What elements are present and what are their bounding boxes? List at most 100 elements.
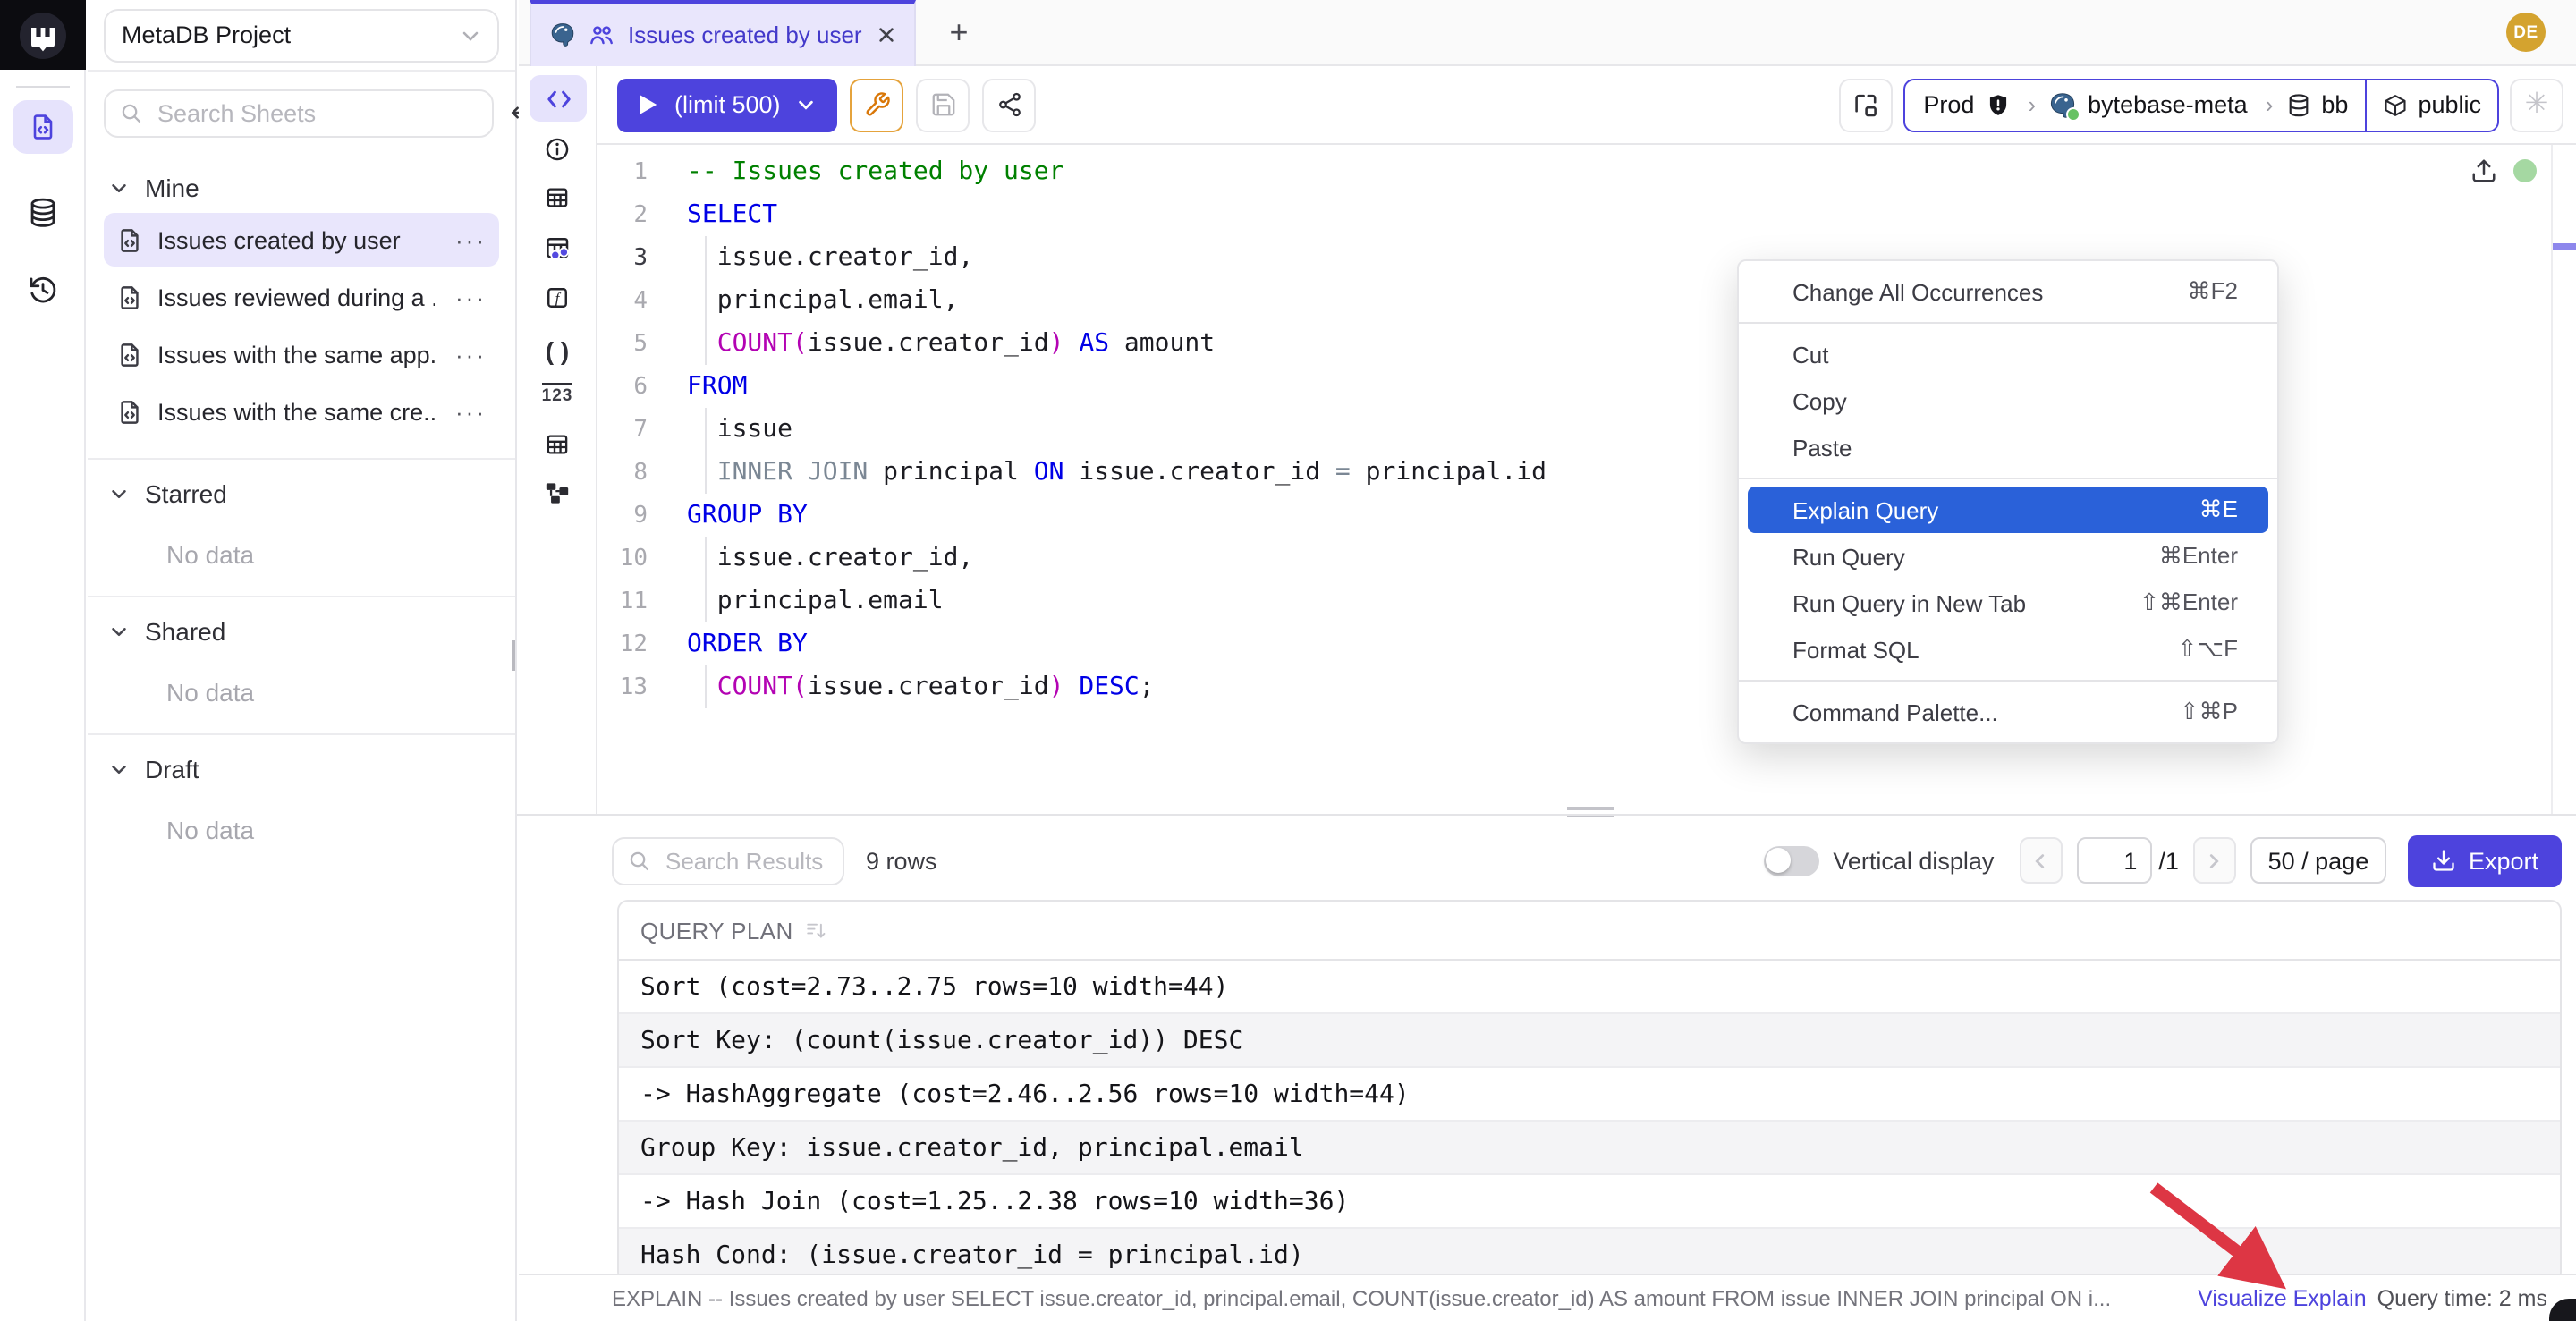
page-number-input[interactable]: 1	[2076, 837, 2151, 884]
chevron-down-icon	[109, 484, 129, 504]
tables-button[interactable]	[519, 184, 596, 211]
empty-state-label: No data	[88, 655, 515, 717]
new-tab-button[interactable]: +	[937, 11, 980, 54]
plan-row[interactable]: -> Hash Join (cost=1.25..2.38 rows=10 wi…	[619, 1175, 2560, 1229]
external-tables-button[interactable]	[519, 234, 596, 263]
more-icon[interactable]: ···	[448, 226, 487, 253]
results-splitter[interactable]	[517, 814, 2576, 816]
prev-page-button[interactable]	[2019, 837, 2062, 884]
sequences-button[interactable]: 123	[519, 383, 596, 406]
editor-icon-rail: f ( ) 123	[519, 66, 597, 814]
project-select[interactable]: MetaDB Project	[104, 8, 499, 62]
sheet-item[interactable]: Issues with the same cre...···	[104, 385, 499, 438]
tab-issues-created-by-user[interactable]: Issues created by user	[530, 0, 916, 66]
avatar-initials: DE	[2513, 22, 2538, 42]
rail-item-databases[interactable]	[13, 186, 73, 240]
menu-item-label: Run Query	[1792, 543, 1905, 570]
sheets-sidebar: MetaDB Project MineIssues created by use…	[88, 0, 517, 1321]
more-icon[interactable]: ···	[448, 284, 487, 310]
wrench-icon	[864, 91, 891, 118]
menu-item-label: Paste	[1792, 434, 1852, 461]
vertical-display-toggle[interactable]	[1763, 845, 1818, 876]
share-sheet-button[interactable]	[983, 78, 1037, 131]
menu-item[interactable]: Cut	[1739, 331, 2277, 377]
avatar[interactable]: DE	[2506, 13, 2546, 52]
sheet-group-header[interactable]: Starred	[88, 470, 515, 517]
procedures-button[interactable]: ( )	[519, 336, 596, 365]
context-menu: Change All Occurrences⌘F2 CutCopy Paste Exp…	[1737, 259, 2279, 744]
link-connection-button[interactable]	[1839, 78, 1893, 131]
sheet-search-input[interactable]	[154, 97, 478, 128]
results-search-input[interactable]	[662, 845, 828, 876]
status-bar: EXPLAIN -- Issues created by user SELECT…	[519, 1274, 2576, 1321]
code-line[interactable]: 2SELECT	[597, 193, 2540, 236]
plan-row[interactable]: Group Key: issue.creator_id, principal.e…	[619, 1122, 2560, 1175]
menu-item[interactable]: Change All Occurrences⌘F2	[1739, 268, 2277, 315]
download-icon	[2431, 848, 2456, 873]
line-number: 13	[597, 673, 648, 700]
menu-item[interactable]: Command Palette...⇧⌘P	[1739, 689, 2277, 735]
sheet-group-starred: StarredNo data	[88, 458, 515, 596]
app-logo[interactable]	[0, 0, 86, 70]
menu-section: Change All Occurrences⌘F2	[1739, 261, 2277, 322]
menu-item[interactable]: Run Query in New Tab⇧⌘Enter	[1739, 580, 2277, 626]
plan-row[interactable]: Sort (cost=2.73..2.75 rows=10 width=44)	[619, 961, 2560, 1014]
menu-item-shortcut: ⇧⌘P	[2180, 698, 2238, 726]
menu-item[interactable]: Copy	[1739, 377, 2277, 424]
breadcrumb-instance[interactable]: bytebase-meta	[2048, 90, 2264, 119]
line-number: 7	[597, 416, 648, 443]
plan-row[interactable]: -> HashAggregate (cost=2.46..2.56 rows=1…	[619, 1068, 2560, 1122]
menu-item-shortcut: ⌘F2	[2188, 277, 2238, 306]
splitter-grip-icon[interactable]	[1567, 807, 1614, 817]
sheet-item[interactable]: Issues reviewed during a ...···	[104, 270, 499, 324]
query-plan-header[interactable]: QUERY PLAN	[619, 902, 2560, 961]
sheet-item[interactable]: Issues created by user···	[104, 213, 499, 267]
bytebase-logo-icon	[18, 10, 68, 60]
menu-item[interactable]: Paste	[1739, 424, 2277, 470]
sheet-group-header[interactable]: Mine	[88, 165, 515, 211]
run-query-button[interactable]: (limit 500)	[617, 78, 838, 131]
code-text: COUNT(issue.creator_id) AS amount	[648, 329, 1215, 358]
menu-item[interactable]: Run Query⌘Enter	[1739, 533, 2277, 580]
page-size-select[interactable]: 50 / page	[2250, 837, 2386, 884]
visualize-explain-link[interactable]: Visualize Explain	[2198, 1286, 2367, 1311]
indent-guide	[705, 408, 707, 494]
functions-button[interactable]: f	[519, 284, 596, 311]
sql-editor[interactable]: 1-- Issues created by user2SELECT3 issue…	[597, 145, 2576, 814]
save-icon	[930, 91, 957, 118]
menu-item[interactable]: Format SQL⇧⌥F	[1739, 626, 2277, 673]
export-button[interactable]: Export	[2408, 834, 2562, 886]
chevron-down-icon[interactable]	[797, 95, 817, 114]
format-sql-button[interactable]	[851, 78, 904, 131]
line-number: 3	[597, 244, 648, 271]
schema-diagram-button[interactable]	[519, 479, 596, 506]
shared-people-icon	[589, 21, 615, 48]
sheet-item[interactable]: Issues with the same app...···	[104, 327, 499, 381]
code-view-toggle[interactable]	[530, 75, 587, 122]
save-sheet-button[interactable]	[917, 78, 970, 131]
code-text: COUNT(issue.creator_id) DESC;	[648, 673, 1155, 701]
plan-row[interactable]: Sort Key: (count(issue.creator_id)) DESC	[619, 1014, 2560, 1068]
upload-icon[interactable]	[2470, 157, 2497, 193]
menu-item[interactable]: Explain Query ⌘E	[1748, 487, 2268, 533]
menu-item-label: Explain Query	[1792, 496, 1938, 523]
breadcrumb-environment[interactable]: Prod	[1923, 91, 2026, 118]
more-icon[interactable]: ···	[448, 398, 487, 425]
line-number: 11	[597, 588, 648, 614]
info-button[interactable]	[519, 136, 596, 163]
page-size-label: 50 / page	[2268, 847, 2369, 874]
more-icon[interactable]: ···	[448, 341, 487, 368]
next-page-button[interactable]	[2193, 837, 2236, 884]
connection-breadcrumb[interactable]: Prod › bytebase-meta › bb	[1903, 78, 2499, 131]
breadcrumb-schema[interactable]: public	[2364, 80, 2497, 130]
rail-item-sheets[interactable]	[13, 100, 73, 154]
views-button[interactable]	[519, 431, 596, 458]
sheet-group-header[interactable]: Draft	[88, 746, 515, 792]
code-line[interactable]: 1-- Issues created by user	[597, 150, 2540, 193]
rail-item-history[interactable]	[13, 263, 73, 317]
menu-item-shortcut: ⌘E	[2199, 495, 2238, 524]
ai-assistant-button[interactable]: ✳	[2510, 78, 2563, 131]
sheet-group-header[interactable]: Shared	[88, 608, 515, 655]
close-icon[interactable]	[877, 25, 896, 45]
breadcrumb-database[interactable]: bb	[2285, 91, 2364, 118]
